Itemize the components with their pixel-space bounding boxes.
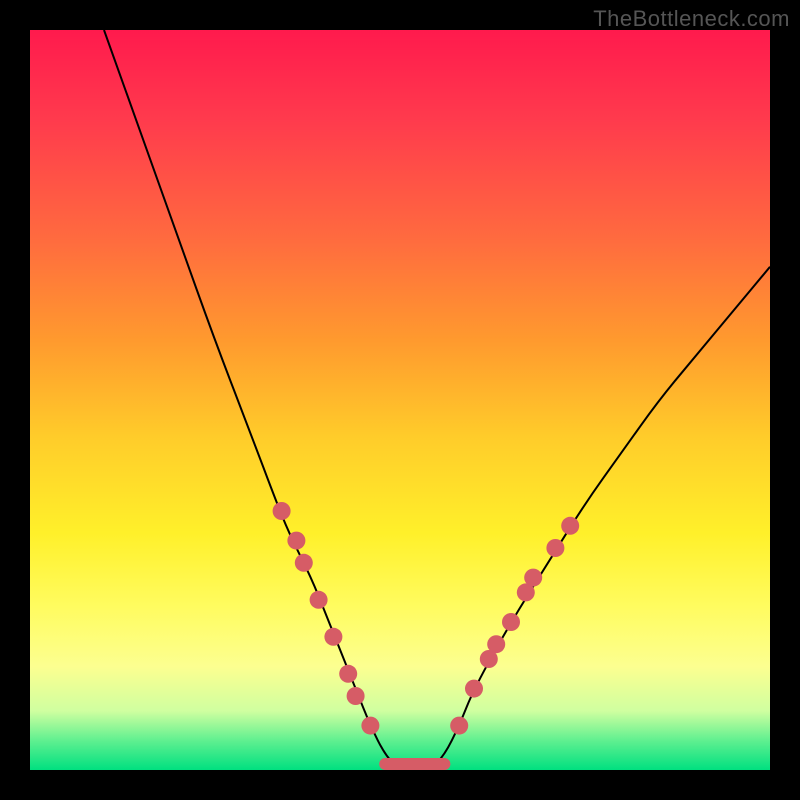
- curve-marker: [546, 539, 564, 557]
- curve-marker: [465, 680, 483, 698]
- chart-overlay: [30, 30, 770, 770]
- curve-marker: [273, 502, 291, 520]
- curve-marker: [524, 569, 542, 587]
- curve-marker: [324, 628, 342, 646]
- curve-marker: [287, 532, 305, 550]
- curve-marker: [295, 554, 313, 572]
- curve-marker: [361, 717, 379, 735]
- markers-left-arm: [273, 502, 380, 735]
- curve-marker: [347, 687, 365, 705]
- curve-marker: [487, 635, 505, 653]
- curve-marker: [561, 517, 579, 535]
- plot-area: [30, 30, 770, 770]
- curve-marker: [502, 613, 520, 631]
- curve-marker: [339, 665, 357, 683]
- curve-marker: [450, 717, 468, 735]
- bottleneck-curve: [104, 30, 770, 770]
- chart-frame: TheBottleneck.com: [0, 0, 800, 800]
- watermark-text: TheBottleneck.com: [593, 6, 790, 32]
- curve-marker: [310, 591, 328, 609]
